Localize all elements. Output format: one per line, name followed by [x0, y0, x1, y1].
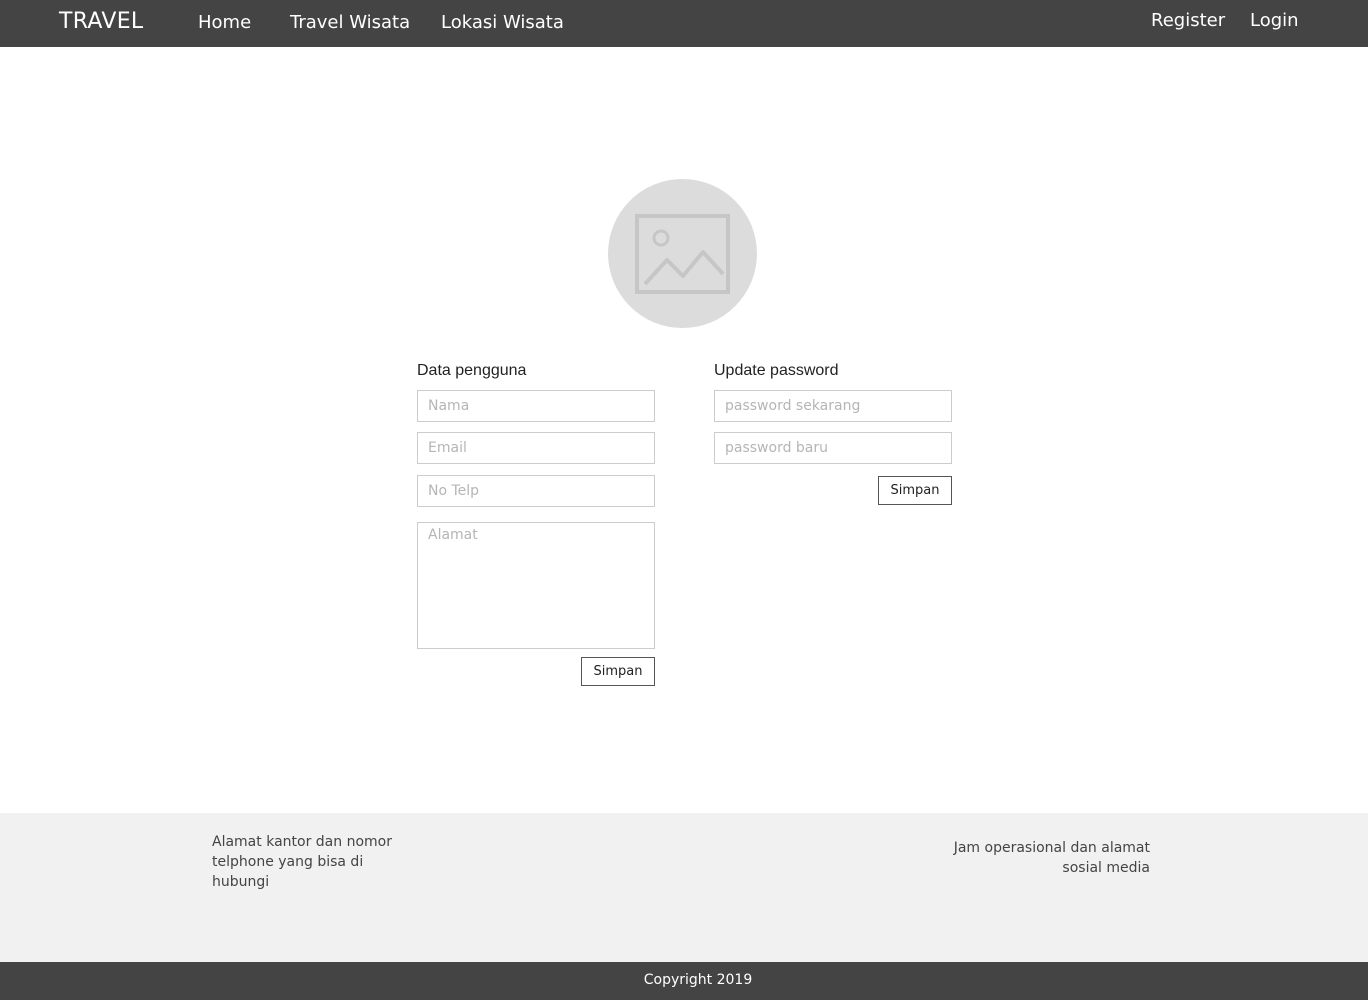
nav-travel-wisata-link[interactable]: Travel Wisata: [290, 12, 410, 33]
alamat-textarea[interactable]: [417, 522, 655, 649]
footer-bar: Copyright 2019: [0, 962, 1368, 1000]
data-pengguna-title: Data pengguna: [417, 362, 527, 379]
copyright-text: Copyright 2019: [643, 972, 753, 988]
no-telp-input[interactable]: [417, 475, 655, 507]
register-link[interactable]: Register: [1151, 10, 1225, 31]
footer-info: Alamat kantor dan nomor telphone yang bi…: [0, 813, 1368, 962]
update-password-title: Update password: [714, 362, 839, 379]
nav-lokasi-wisata-link[interactable]: Lokasi Wisata: [441, 12, 564, 33]
nav-home-link[interactable]: Home: [198, 12, 251, 33]
footer-hours-text: Jam operasional dan alamat sosial media: [953, 840, 1150, 876]
image-placeholder-icon: [635, 214, 730, 294]
profile-avatar[interactable]: [608, 179, 757, 328]
brand-logo[interactable]: TRAVEL: [59, 9, 143, 34]
simpan-data-button[interactable]: Simpan: [581, 657, 655, 686]
footer-contact-text: Alamat kantor dan nomor telphone yang bi…: [212, 834, 392, 890]
email-input[interactable]: [417, 432, 655, 464]
login-link[interactable]: Login: [1250, 10, 1299, 31]
new-password-input[interactable]: [714, 432, 952, 464]
current-password-input[interactable]: [714, 390, 952, 422]
top-navbar: TRAVEL Home Travel Wisata Lokasi Wisata …: [0, 0, 1368, 47]
nama-input[interactable]: [417, 390, 655, 422]
simpan-password-button[interactable]: Simpan: [878, 476, 952, 505]
